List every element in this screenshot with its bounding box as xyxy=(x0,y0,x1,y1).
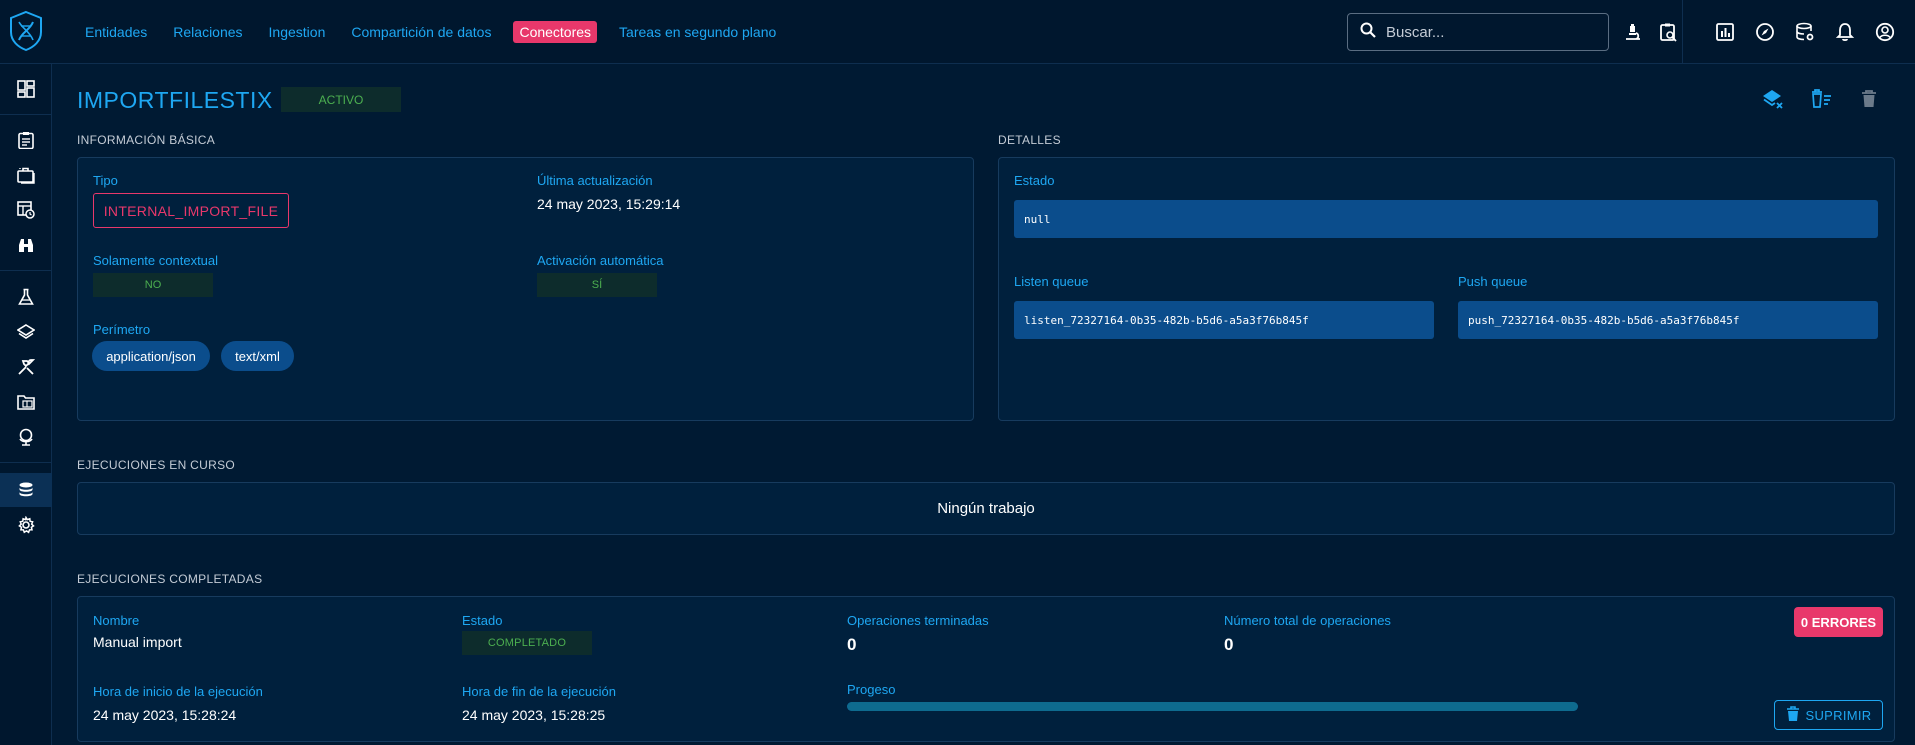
layers-icon[interactable] xyxy=(0,315,52,349)
ops-done-value: 0 xyxy=(847,635,857,654)
scope-label: Perímetro xyxy=(93,322,151,337)
basic-info-title: INFORMACIÓN BÁSICA xyxy=(77,133,216,147)
running-works-panel: Ningún trabajo xyxy=(77,482,1895,535)
end-time-value: 24 may 2023, 15:28:25 xyxy=(462,707,606,723)
layers-remove-icon[interactable] xyxy=(1758,84,1788,114)
search-box xyxy=(1347,13,1609,51)
compass-icon[interactable] xyxy=(1751,18,1779,46)
details-title: DETALLES xyxy=(998,133,1061,147)
bell-icon[interactable] xyxy=(1831,18,1859,46)
listen-queue-label: Listen queue xyxy=(1014,274,1089,289)
updated-label: Última actualización xyxy=(537,173,653,188)
details-panel xyxy=(998,157,1895,421)
top-bar: Entidades Relaciones Ingestion Compartic… xyxy=(0,0,1915,64)
account-circle-icon[interactable] xyxy=(1871,18,1899,46)
work-state-label: Estado xyxy=(462,613,503,628)
database-cog-icon[interactable] xyxy=(1791,18,1819,46)
state-label: Estado xyxy=(1014,173,1055,188)
scope-chip: application/json xyxy=(92,341,210,371)
delete-work-label: SUPRIMIR xyxy=(1805,707,1872,723)
top-actions xyxy=(1711,18,1899,46)
nav-relaciones[interactable]: Relaciones xyxy=(173,24,242,40)
app-logo[interactable] xyxy=(8,10,44,52)
progress-fill xyxy=(847,702,1578,711)
contextual-badge: NO xyxy=(93,273,213,297)
sidebar-divider xyxy=(0,270,52,271)
globe-icon[interactable] xyxy=(0,420,52,454)
database-icon[interactable] xyxy=(0,473,52,507)
sidebar xyxy=(0,64,52,745)
listen-queue-value: listen_72327164-0b35-482b-b5d6-a5a3f76b8… xyxy=(1014,301,1434,339)
clipboard-text-icon[interactable] xyxy=(0,123,52,157)
contextual-label: Solamente contextual xyxy=(93,253,219,268)
connector-title: IMPORTFILESTIX xyxy=(77,87,273,113)
state-value: null xyxy=(1014,200,1878,238)
no-work-message: Ningún trabajo xyxy=(937,500,1035,517)
microscope-icon[interactable] xyxy=(1619,18,1647,46)
progress-label: Progeso xyxy=(847,682,896,697)
flask-icon[interactable] xyxy=(0,280,52,314)
end-time-label: Hora de fin de la ejecución xyxy=(462,684,616,699)
progress-bar xyxy=(847,702,1578,711)
hammer-wrench-icon[interactable] xyxy=(0,350,52,384)
dashboard-icon[interactable] xyxy=(0,72,52,106)
start-time-label: Hora de inicio de la ejecución xyxy=(93,684,263,699)
type-label: Tipo xyxy=(93,173,118,188)
updated-value: 24 may 2023, 15:29:14 xyxy=(537,196,681,212)
trash-icon[interactable] xyxy=(1854,84,1884,114)
completed-works-title: EJECUCIONES COMPLETADAS xyxy=(77,572,263,586)
chart-box-icon[interactable] xyxy=(1711,18,1739,46)
ops-total-value: 0 xyxy=(1224,635,1234,654)
push-queue-value: push_72327164-0b35-482b-b5d6-a5a3f76b845… xyxy=(1458,301,1878,339)
nav-tareas-en-segundo-plano[interactable]: Tareas en segundo plano xyxy=(619,24,776,40)
scope-chip: text/xml xyxy=(221,341,294,371)
work-state-badge: COMPLETADO xyxy=(462,631,592,655)
binoculars-icon[interactable] xyxy=(0,228,52,262)
search-input[interactable] xyxy=(1386,23,1586,41)
briefcase-icon[interactable] xyxy=(0,158,52,192)
nav-comparticion-de-datos[interactable]: Compartición de datos xyxy=(351,24,491,40)
clipboard-search-icon[interactable] xyxy=(1654,18,1682,46)
type-chip: INTERNAL_IMPORT_FILE xyxy=(93,193,289,228)
errors-button[interactable]: 0 ERRORES xyxy=(1794,607,1883,637)
connector-status-badge: ACTIVO xyxy=(281,87,401,112)
delete-sweep-icon[interactable] xyxy=(1806,84,1836,114)
table-clock-icon[interactable] xyxy=(0,193,52,227)
auto-start-badge: SÍ xyxy=(537,273,657,297)
search-icon xyxy=(1360,22,1376,43)
delete-work-button[interactable]: SUPRIMIR xyxy=(1774,700,1883,730)
work-name-label: Nombre xyxy=(93,613,140,628)
nav-ingestion[interactable]: Ingestion xyxy=(269,24,326,40)
top-divider xyxy=(1682,0,1683,64)
main-nav: Entidades Relaciones Ingestion Compartic… xyxy=(85,0,802,64)
folder-table-icon[interactable] xyxy=(0,385,52,419)
top-tools xyxy=(1619,18,1682,46)
auto-start-label: Activación automática xyxy=(537,253,664,268)
sidebar-divider xyxy=(0,114,52,115)
nav-entidades[interactable]: Entidades xyxy=(85,24,147,40)
sidebar-divider xyxy=(0,462,52,463)
running-works-title: EJECUCIONES EN CURSO xyxy=(77,458,236,472)
start-time-value: 24 may 2023, 15:28:24 xyxy=(93,707,237,723)
work-name-value: Manual import xyxy=(93,634,182,650)
cog-icon[interactable] xyxy=(0,508,52,542)
push-queue-label: Push queue xyxy=(1458,274,1528,289)
trash-icon xyxy=(1786,705,1800,725)
ops-total-label: Número total de operaciones xyxy=(1224,613,1391,628)
ops-done-label: Operaciones terminadas xyxy=(847,613,989,628)
nav-conectores[interactable]: Conectores xyxy=(513,21,598,43)
